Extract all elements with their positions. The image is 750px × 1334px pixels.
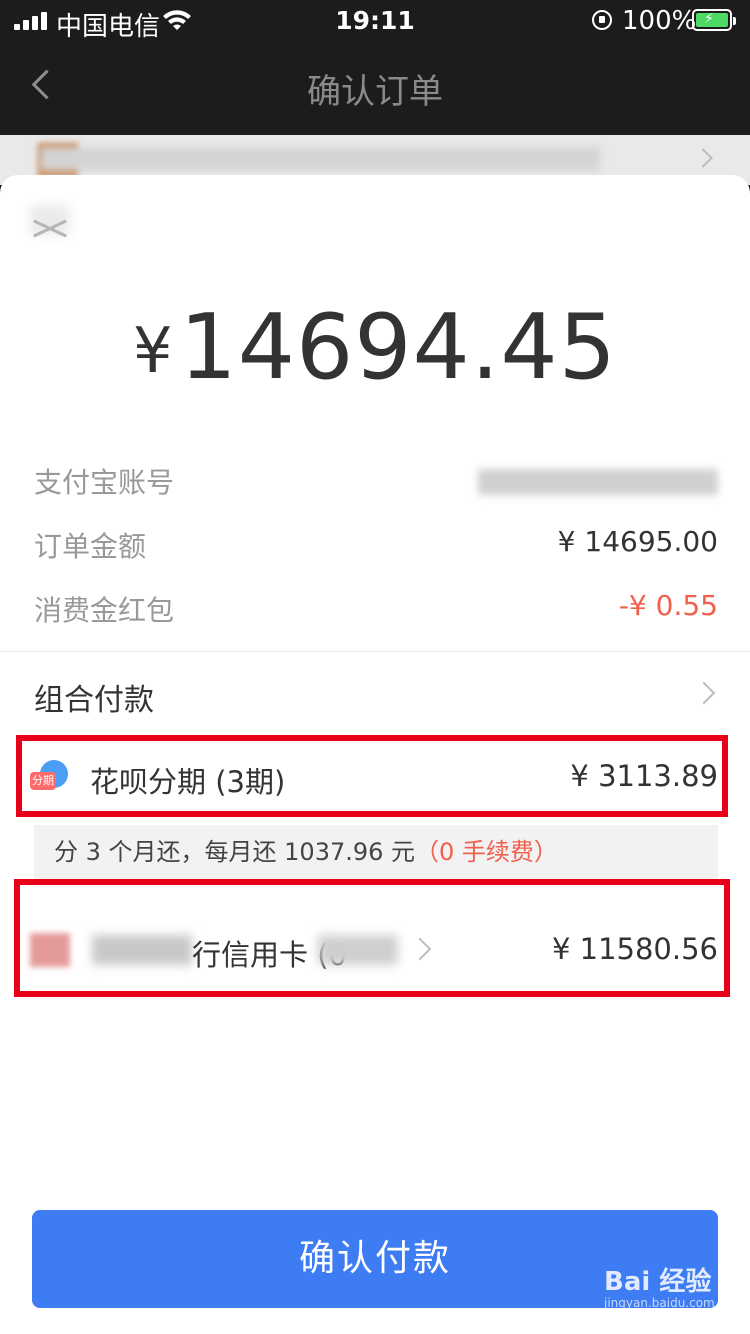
order-amount-row: 订单金额 ¥ 14695.00 — [34, 525, 718, 565]
installment-text: 分 3 个月还，每月还 1037.96 元 — [54, 838, 416, 866]
currency-symbol: ¥ — [133, 314, 174, 387]
close-icon[interactable] — [30, 211, 70, 245]
combo-label: 组合付款 — [34, 683, 154, 718]
baidu-watermark: Bai 经验 jingyan.baidu.com — [604, 1267, 715, 1310]
huabei-amount: ¥ 3113.89 — [570, 759, 718, 793]
bank-name-masked — [92, 935, 192, 965]
battery-icon: ⚡ — [692, 9, 736, 31]
account-masked — [478, 469, 718, 495]
huabei-icon: 分期 — [30, 760, 68, 794]
huabei-label[interactable]: 花呗分期 (3期) — [90, 759, 285, 801]
row-label: 消费金红包 — [34, 594, 175, 627]
row-label: 订单金额 — [34, 530, 147, 563]
rotation-lock-icon — [592, 10, 612, 30]
fee-note: （0 手续费） — [415, 838, 558, 866]
credit-card-amount: ¥ 11580.56 — [551, 932, 718, 966]
payment-amount: ¥14694.45 — [0, 295, 750, 400]
card-number-masked — [318, 935, 398, 965]
discount-value: -¥ 0.55 — [618, 589, 718, 622]
amount-value: 14694.45 — [179, 295, 617, 400]
combo-payment-row[interactable]: 组合付款 — [34, 675, 718, 719]
alipay-account-row: 支付宝账号 — [34, 461, 718, 501]
chevron-right-icon — [693, 148, 713, 168]
status-bar: 中国电信 19:11 100% ⚡ — [0, 0, 750, 44]
installment-note: 分 3 个月还，每月还 1037.96 元（0 手续费） — [34, 825, 718, 879]
row-value: ¥ 14695.00 — [557, 525, 718, 558]
bank-icon — [30, 933, 70, 967]
payment-sheet: ¥14694.45 支付宝账号 订单金额 ¥ 14695.00 消费金红包 -¥… — [0, 175, 750, 1334]
row-label: 支付宝账号 — [34, 466, 175, 499]
red-packet-row: 消费金红包 -¥ 0.55 — [34, 589, 718, 629]
battery-percent: 100% — [622, 6, 697, 36]
nav-bar: 确认订单 — [0, 44, 750, 128]
page-title: 确认订单 — [307, 72, 443, 112]
product-title-masked — [40, 147, 600, 171]
chevron-right-icon — [692, 681, 716, 705]
divider — [0, 651, 750, 652]
